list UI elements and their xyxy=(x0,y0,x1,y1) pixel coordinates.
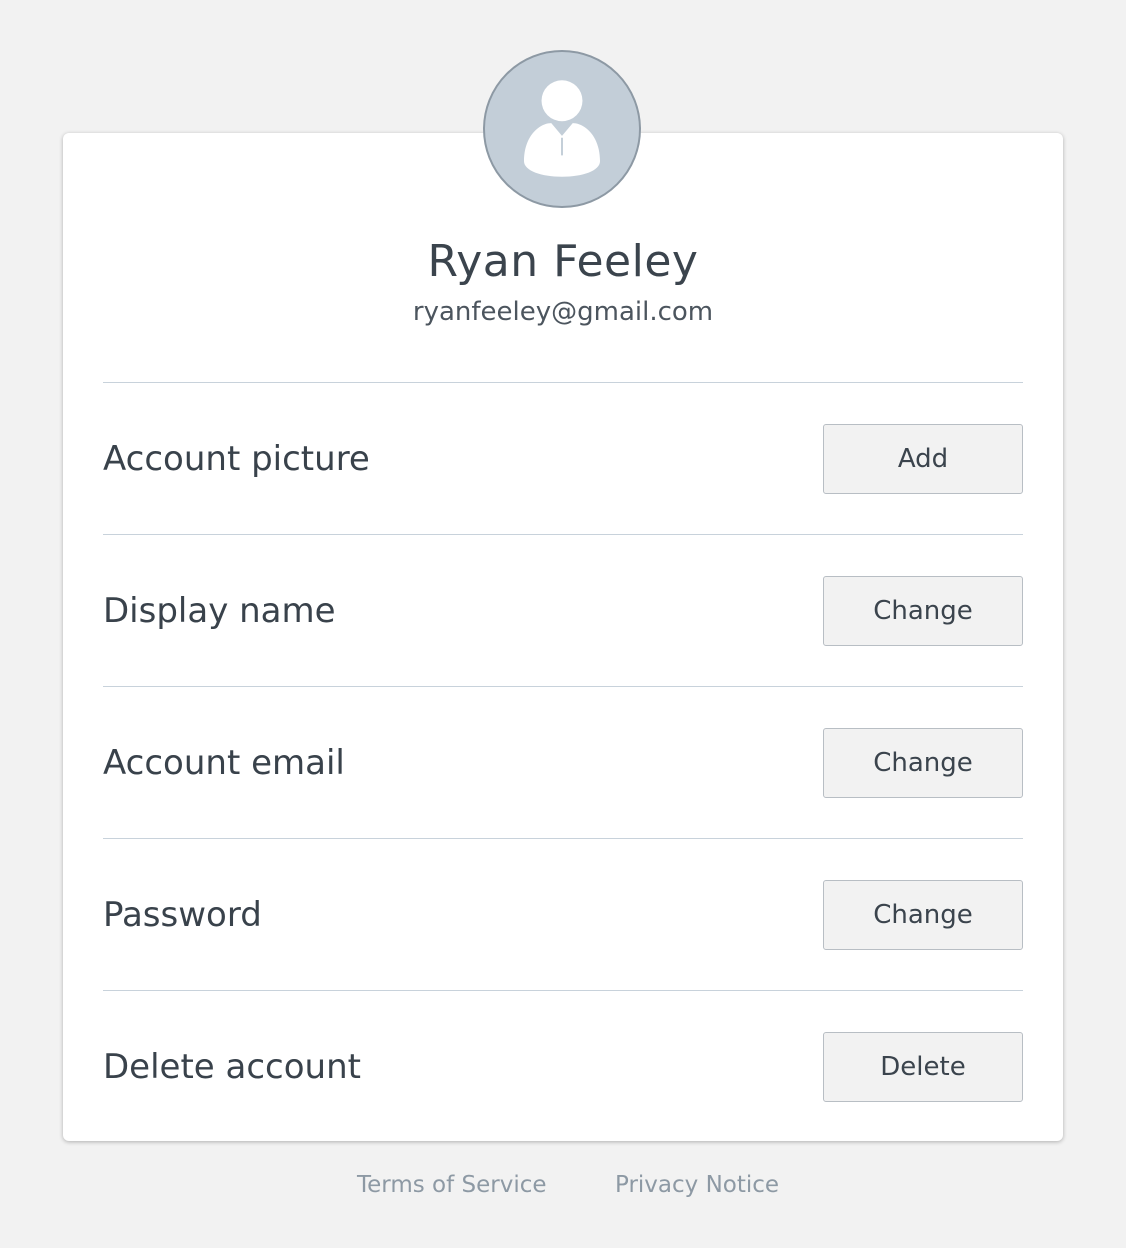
settings-row-label: Password xyxy=(103,895,262,935)
settings-row-delete-account: Delete account Delete xyxy=(103,992,1023,1142)
account-card: Ryan Feeley ryanfeeley@gmail.com Account… xyxy=(63,133,1063,1141)
change-display-name-button[interactable]: Change xyxy=(823,576,1023,646)
settings-row-label: Display name xyxy=(103,591,336,631)
delete-account-button[interactable]: Delete xyxy=(823,1032,1023,1102)
settings-row-account-picture: Account picture Add xyxy=(103,384,1023,534)
add-picture-button[interactable]: Add xyxy=(823,424,1023,494)
terms-of-service-link[interactable]: Terms of Service xyxy=(357,1170,547,1200)
divider xyxy=(103,534,1023,535)
change-email-button[interactable]: Change xyxy=(823,728,1023,798)
settings-row-account-email: Account email Change xyxy=(103,688,1023,838)
divider xyxy=(103,686,1023,687)
settings-row-display-name: Display name Change xyxy=(103,536,1023,686)
divider xyxy=(103,990,1023,991)
settings-row-password: Password Change xyxy=(103,840,1023,990)
user-name: Ryan Feeley xyxy=(427,236,699,287)
settings-row-label: Delete account xyxy=(103,1047,361,1087)
divider xyxy=(103,382,1023,383)
divider xyxy=(103,838,1023,839)
change-password-button[interactable]: Change xyxy=(823,880,1023,950)
settings-row-label: Account picture xyxy=(103,439,370,479)
user-email: ryanfeeley@gmail.com xyxy=(412,297,714,327)
privacy-notice-link[interactable]: Privacy Notice xyxy=(615,1170,779,1200)
avatar xyxy=(483,50,641,208)
settings-row-label: Account email xyxy=(103,743,345,783)
user-silhouette-icon xyxy=(523,80,601,177)
